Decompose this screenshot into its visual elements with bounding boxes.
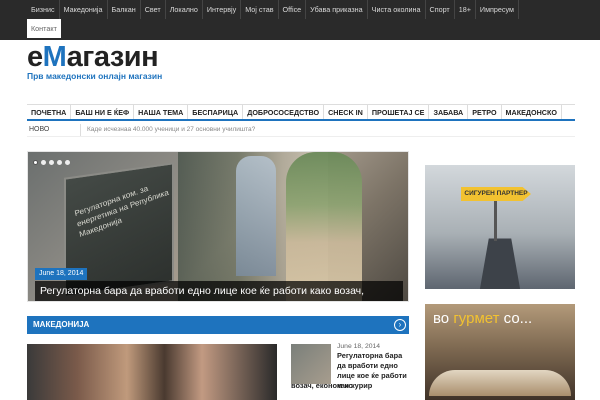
site-logo[interactable]: еМагазин Прв македонски онлајн магазин (27, 41, 163, 82)
main-nav-item-dobrososedstvo[interactable]: ДОБРОСОСЕДСТВО (243, 105, 325, 119)
section-header-makedonija: МАКЕДОНИЈА › (27, 316, 409, 334)
slider-dot-1[interactable] (33, 160, 38, 165)
slide-image-person-back (236, 156, 276, 276)
ad-gourmet-table-graphic (429, 370, 571, 396)
ad-sign-pole (494, 201, 497, 241)
slide-sign-text: Регулаторна ком. за енергетика на Републ… (73, 183, 170, 240)
main-nav-item-bas-ni-e-kef[interactable]: БАШ НИ Е ЌЕФ (71, 105, 135, 119)
ad-gourmet-prefix: во (433, 310, 450, 327)
slider-dot-3[interactable] (49, 160, 54, 165)
top-nav-row-2: Контакт (27, 19, 61, 38)
top-nav-bar: Бизнис Македонија Балкан Свет Локално Ин… (0, 0, 600, 40)
slide-caption-area: June 18, 2014 Регулаторна бара да вработ… (35, 262, 403, 301)
article-thumbnail[interactable] (291, 344, 331, 384)
slider-dot-2[interactable] (41, 160, 46, 165)
top-nav-item-cista-okolina[interactable]: Чиста околина (368, 0, 426, 19)
slider-pagination (33, 160, 70, 165)
top-nav-item-18plus[interactable]: 18+ (455, 0, 476, 19)
arrow-right-circle-icon[interactable]: › (394, 319, 406, 331)
sidebar-ad-partner[interactable]: СИГУРЕН ПАРТНЕР (425, 165, 575, 289)
article-image-bodybuilders[interactable] (27, 344, 277, 400)
logo-title-prefix: е (27, 41, 43, 73)
top-nav-item-kontakt[interactable]: Контакт (27, 19, 61, 38)
slider-dot-4[interactable] (57, 160, 62, 165)
sidebar-ad-gourmet[interactable]: во гурмет со... (425, 304, 575, 400)
logo-subtitle: Прв македонски онлајн магазин (27, 71, 163, 81)
slide-date: June 18, 2014 (35, 268, 88, 280)
section-title[interactable]: МАКЕДОНИЈА (33, 316, 89, 334)
top-nav-item-biznis[interactable]: Бизнис (27, 0, 60, 19)
top-nav-item-ubava-prikazna[interactable]: Убава приказна (306, 0, 368, 19)
top-nav-item-makedonija[interactable]: Македонија (60, 0, 108, 19)
ad-gourmet-suffix: со... (503, 310, 533, 327)
logo-title-accent: М (42, 41, 68, 73)
main-nav-item-zabava[interactable]: ЗАБАВА (429, 105, 469, 119)
main-nav-item-check-in[interactable]: CHECK IN (324, 105, 368, 119)
news-ticker: НОВО Каде исчезнаа 40.000 ученици и 27 о… (27, 124, 575, 137)
main-nav-item-nasa-tema[interactable]: НАША ТЕМА (134, 105, 189, 119)
ticker-label: НОВО (27, 124, 81, 136)
top-nav-row: Бизнис Македонија Балкан Свет Локално Ин… (27, 0, 519, 19)
logo-title-rest: агазин (66, 41, 159, 73)
top-nav-item-lokalno[interactable]: Локално (166, 0, 203, 19)
main-nav-item-proseetaj-se[interactable]: ПРОШЕТАЈ СЕ (368, 105, 430, 119)
slider-dot-5[interactable] (65, 160, 70, 165)
article-date: June 18, 2014 (337, 343, 381, 350)
top-nav-item-svet[interactable]: Свет (141, 0, 166, 19)
main-nav-item-besparica[interactable]: БЕСПАРИЦА (188, 105, 244, 119)
top-nav-item-sport[interactable]: Спорт (426, 0, 455, 19)
main-nav-item-pocetna[interactable]: ПОЧЕТНА (27, 105, 72, 119)
ticker-headline[interactable]: Каде исчезнаа 40.000 ученици и 27 основн… (87, 124, 255, 136)
top-nav-item-office[interactable]: Office (279, 0, 307, 19)
main-nav-item-retro[interactable]: РЕТРО (468, 105, 502, 119)
featured-slider[interactable]: Регулаторна ком. за енергетика на Републ… (27, 151, 409, 302)
ad-gourmet-highlight: гурмет (453, 310, 500, 327)
ad-gourmet-text: во гурмет со... (433, 310, 532, 328)
article-title-continued[interactable]: возач, економ и курир (291, 381, 409, 391)
ad-sign-text: СИГУРЕН ПАРТНЕР (461, 187, 531, 201)
main-nav: ПОЧЕТНА БАШ НИ Е ЌЕФ НАША ТЕМА БЕСПАРИЦА… (27, 104, 575, 121)
slide-headline[interactable]: Регулаторна бара да вработи едно лице ко… (35, 281, 403, 301)
top-nav-item-balkan[interactable]: Балкан (108, 0, 141, 19)
ad-road-graphic (477, 238, 523, 289)
top-nav-item-moj-stav[interactable]: Мој став (241, 0, 279, 19)
main-nav-item-makedonsko[interactable]: МАКЕДОНСКО (502, 105, 562, 119)
logo-title: еМагазин (27, 41, 162, 73)
top-nav-item-impresum[interactable]: Импресум (476, 0, 519, 19)
top-nav-item-intervju[interactable]: Интервју (203, 0, 242, 19)
